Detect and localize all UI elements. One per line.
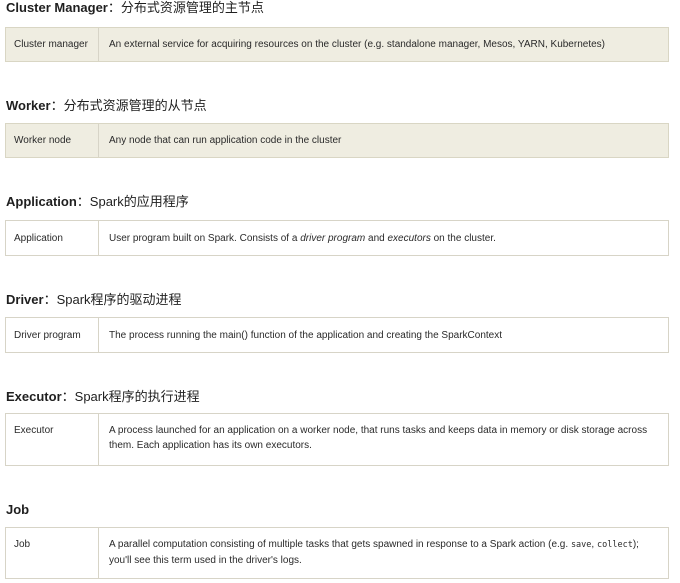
term-title: Worker bbox=[6, 98, 51, 113]
term-separator: ： bbox=[107, 0, 121, 15]
term-separator: ： bbox=[76, 194, 90, 209]
term-title: Job bbox=[6, 502, 30, 517]
definition-table-executor: Executor A process launched for an appli… bbox=[5, 413, 669, 466]
row-definition-text: The process running the main() function … bbox=[109, 329, 503, 341]
term-title: Executor bbox=[6, 389, 62, 404]
term-separator: ： bbox=[50, 98, 64, 113]
emphasis-driver-program: driver program bbox=[300, 232, 366, 244]
row-label: Driver program bbox=[6, 318, 99, 352]
term-title: Application bbox=[6, 194, 77, 209]
row-definition: The process running the main() function … bbox=[99, 318, 668, 352]
definition-table-cluster-manager: Cluster manager An external service for … bbox=[5, 27, 669, 62]
term-separator: ： bbox=[43, 292, 57, 307]
row-definition: A process launched for an application on… bbox=[99, 414, 668, 465]
term-title: Driver bbox=[6, 292, 44, 307]
row-label: Application bbox=[6, 221, 99, 255]
code-collect: collect bbox=[596, 540, 633, 550]
row-definition-text: User program built on Spark. Consists of… bbox=[109, 232, 496, 244]
heading-application: Application：Spark的应用程序 bbox=[6, 194, 189, 210]
definition-table-driver: Driver program The process running the m… bbox=[5, 317, 669, 353]
term-chinese-description: 分布式资源管理的从节点 bbox=[63, 98, 207, 113]
heading-cluster-manager: Cluster Manager：分布式资源管理的主节点 bbox=[6, 0, 264, 16]
heading-job: Job bbox=[6, 502, 29, 518]
row-definition-text: A parallel computation consisting of mul… bbox=[109, 539, 639, 566]
row-definition-text: Any node that can run application code i… bbox=[109, 135, 342, 146]
term-title: Cluster Manager bbox=[6, 0, 108, 15]
term-chinese-description: Spark程序的驱动进程 bbox=[56, 292, 182, 307]
row-definition: A parallel computation consisting of mul… bbox=[99, 528, 668, 578]
heading-executor: Executor：Spark程序的执行进程 bbox=[6, 389, 200, 405]
emphasis-executors: executors bbox=[387, 232, 431, 244]
heading-driver: Driver：Spark程序的驱动进程 bbox=[6, 292, 182, 308]
row-definition: User program built on Spark. Consists of… bbox=[99, 221, 668, 255]
row-definition-text: An external service for acquiring resour… bbox=[109, 39, 605, 50]
row-label: Job bbox=[6, 528, 99, 578]
row-label: Worker node bbox=[6, 124, 99, 157]
definition-table-application: Application User program built on Spark.… bbox=[5, 220, 669, 256]
definition-table-worker: Worker node Any node that can run applic… bbox=[5, 123, 669, 158]
heading-worker: Worker：分布式资源管理的从节点 bbox=[6, 98, 207, 114]
term-chinese-description: Spark程序的执行进程 bbox=[74, 389, 200, 404]
row-definition: Any node that can run application code i… bbox=[99, 124, 668, 157]
row-label: Cluster manager bbox=[6, 28, 99, 61]
term-separator: ： bbox=[61, 389, 75, 404]
term-chinese-description: 分布式资源管理的主节点 bbox=[120, 0, 264, 15]
term-chinese-description: Spark的应用程序 bbox=[89, 194, 189, 209]
definition-table-job: Job A parallel computation consisting of… bbox=[5, 527, 669, 579]
code-save: save bbox=[570, 540, 592, 550]
row-definition: An external service for acquiring resour… bbox=[99, 28, 668, 61]
row-definition-text: A process launched for an application on… bbox=[109, 425, 648, 451]
row-label: Executor bbox=[6, 414, 99, 465]
